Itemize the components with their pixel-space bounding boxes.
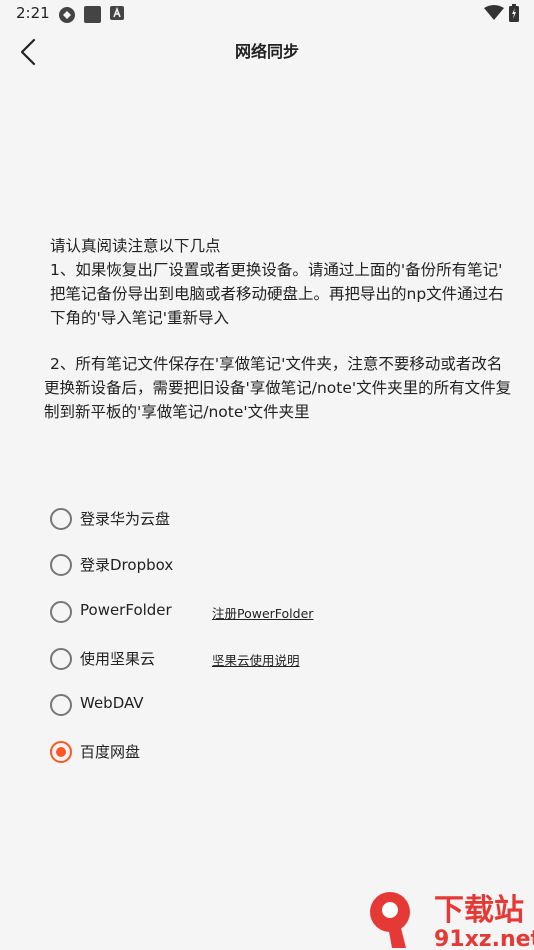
watermark-9-icon xyxy=(370,892,410,948)
radio-button[interactable] xyxy=(50,648,72,670)
register-powerfolder-link[interactable]: 注册PowerFolder xyxy=(212,603,313,622)
status-time: 2:21 xyxy=(16,4,50,22)
notice-item-1: 1、如果恢复出厂设置或者更换设备。请通过上面的'备份所有笔记' 把笔记备份导出到… xyxy=(50,261,504,327)
a-icon xyxy=(110,6,124,20)
option-label: 使用坚果云 xyxy=(80,650,156,668)
page-title: 网络同步 xyxy=(234,42,299,61)
option-powerfolder[interactable]: PowerFolder 注册PowerFolder xyxy=(50,597,510,627)
option-label: 登录Dropbox xyxy=(80,556,174,574)
option-huawei-cloud[interactable]: 登录华为云盘 xyxy=(50,504,510,534)
option-dropbox[interactable]: 登录Dropbox xyxy=(50,550,510,580)
status-bar: 2:21 xyxy=(0,0,534,28)
option-label: 百度网盘 xyxy=(80,743,141,761)
jianguoyun-guide-link[interactable]: 坚果云使用说明 xyxy=(212,650,300,669)
notice-item-3: 更换新设备后，需要把旧设备'享做笔记/note'文件夹里的所有文件复制到新平板的… xyxy=(44,379,512,421)
notice-heading: 请认真阅读注意以下几点 xyxy=(50,237,221,255)
wifi-icon xyxy=(484,5,504,20)
title-bar: 网络同步 xyxy=(0,28,534,74)
option-label: 登录华为云盘 xyxy=(80,510,171,528)
option-webdav[interactable]: WebDAV xyxy=(50,690,510,720)
watermark-domain: 91xz.net xyxy=(434,927,534,950)
radio-button[interactable] xyxy=(50,554,72,576)
app-icon xyxy=(59,7,75,23)
radio-button[interactable] xyxy=(50,694,72,716)
radio-button-checked[interactable] xyxy=(50,741,72,763)
notice-item-2: 2、所有笔记文件保存在'享做笔记'文件夹，注意不要移动或者改名 xyxy=(50,355,503,373)
option-jianguoyun[interactable]: 使用坚果云 坚果云使用说明 xyxy=(50,644,510,674)
option-label: WebDAV xyxy=(80,694,144,712)
option-label: PowerFolder xyxy=(80,601,172,619)
notice-block: 请认真阅读注意以下几点 1、如果恢复出厂设置或者更换设备。请通过上面的'备份所有… xyxy=(44,234,514,424)
square-icon xyxy=(84,6,101,23)
option-baidu-netdisk[interactable]: 百度网盘 xyxy=(50,737,510,767)
battery-icon xyxy=(509,4,519,22)
watermark-logo: 下载站 91xz.net xyxy=(370,892,534,950)
radio-button[interactable] xyxy=(50,601,72,623)
radio-button[interactable] xyxy=(50,508,72,530)
watermark-brand: 下载站 xyxy=(434,893,524,928)
